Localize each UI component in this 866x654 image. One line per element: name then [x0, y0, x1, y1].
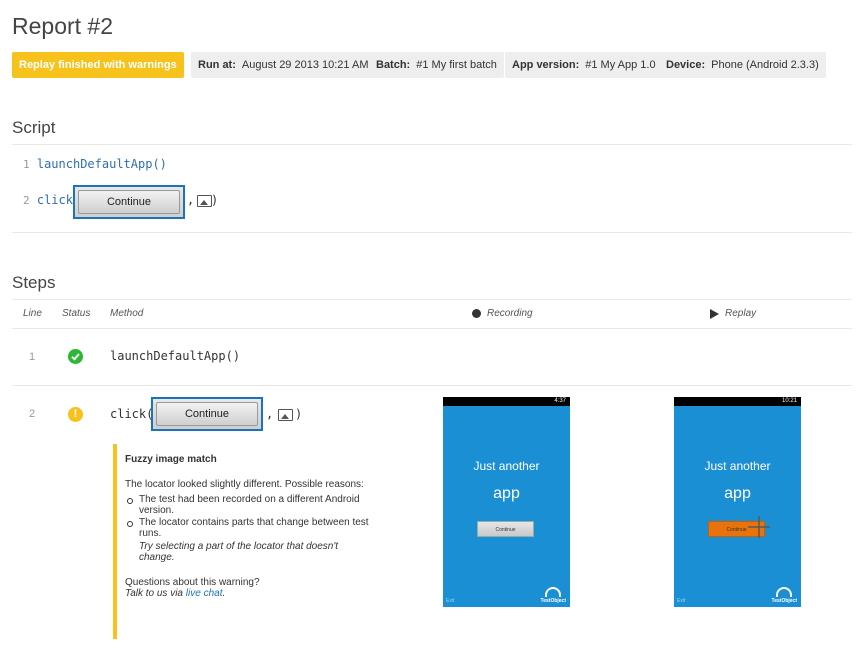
line-number: 1: [23, 158, 30, 171]
gear-icon: [545, 587, 562, 597]
script-locator-image[interactable]: Continue: [73, 185, 185, 219]
app-version-label: App version:: [512, 59, 580, 71]
script-separator: ,: [187, 193, 195, 207]
step-line-number: 1: [29, 351, 36, 363]
run-at-label: Run at:: [198, 59, 236, 71]
list-item: The test had been recorded on a differen…: [127, 494, 375, 516]
record-icon: [472, 309, 481, 318]
column-header-method: Method: [110, 308, 144, 319]
step-method: launchDefaultApp(): [110, 349, 241, 363]
screen-continue-button: Continue: [708, 521, 765, 537]
warning-intro: The locator looked slightly different. P…: [125, 479, 364, 490]
warning-reasons: The test had been recorded on a differen…: [125, 494, 375, 539]
status-bar-time: 4:37: [554, 398, 566, 404]
step-method: click(: [110, 407, 154, 421]
play-icon: [710, 309, 719, 319]
column-header-status: Status: [62, 308, 91, 319]
testobject-logo: TestObject: [541, 587, 566, 604]
screen-exit-label: Exit: [446, 598, 455, 604]
status-bar-time: 10:21: [781, 398, 797, 404]
screen-text-line2: app: [724, 485, 751, 502]
batch-value: #1 My first batch: [416, 59, 497, 71]
step-separator: ,: [266, 407, 274, 421]
divider: [12, 328, 852, 329]
script-close-paren: ): [211, 193, 219, 207]
status-badge: Replay finished with warnings: [12, 52, 184, 78]
screen-text-line1: Just another: [704, 459, 771, 473]
divider: [12, 299, 852, 300]
warning-icon: !: [68, 407, 83, 422]
device-value: Phone (Android 2.3.3): [711, 59, 819, 71]
live-chat-link[interactable]: live chat: [186, 588, 223, 599]
recording-screenshot[interactable]: 4:37 Just another app Continue Exit Test…: [443, 397, 570, 607]
screen-text-line1: Just another: [473, 459, 540, 473]
warning-title: Fuzzy image match: [125, 454, 217, 465]
logo-text: TestObject: [540, 598, 566, 604]
image-icon[interactable]: [278, 409, 293, 421]
status-bar: 4:37: [443, 397, 570, 406]
image-icon[interactable]: [197, 195, 212, 207]
run-at-value: August 29 2013 10:21 AM: [241, 59, 369, 71]
device-badge: Device: Phone (Android 2.3.3): [659, 52, 826, 78]
replay-screenshot[interactable]: 10:21 Just another app Continue Exit Tes…: [674, 397, 801, 607]
crosshair-horizontal: [748, 526, 770, 528]
gear-icon: [776, 587, 793, 597]
step-line-number: 2: [29, 408, 36, 420]
locator-continue-label: Continue: [156, 402, 258, 426]
status-bar: 10:21: [674, 397, 801, 406]
run-at-badge: Run at: August 29 2013 10:21 AM: [191, 52, 376, 78]
line-number: 2: [23, 194, 30, 207]
script-line-1: 1 launchDefaultApp(): [23, 157, 167, 171]
warning-talk: Talk to us via live chat.: [125, 588, 375, 599]
talk-prefix: Talk to us via: [125, 588, 186, 599]
warning-tip: Try selecting a part of the locator that…: [139, 541, 339, 563]
divider: [12, 144, 852, 145]
column-header-replay: Replay: [725, 308, 757, 319]
batch-badge: Batch: #1 My first batch: [369, 52, 504, 78]
script-line-2: 2 click(: [23, 193, 80, 207]
logo-text: TestObject: [771, 598, 797, 604]
screen-text-line2: app: [493, 485, 520, 502]
success-check-icon: [68, 349, 83, 364]
locator-continue-label: Continue: [78, 190, 180, 214]
page-title: Report #2: [12, 13, 114, 39]
steps-heading: Steps: [12, 273, 56, 292]
warning-panel: Fuzzy image match The locator looked sli…: [113, 444, 375, 639]
testobject-logo: TestObject: [772, 587, 797, 604]
script-heading: Script: [12, 118, 56, 137]
list-item: The locator contains parts that change b…: [127, 517, 375, 539]
step-close-paren: ): [295, 407, 303, 421]
batch-label: Batch:: [376, 59, 411, 71]
divider: [12, 385, 852, 386]
script-code: launchDefaultApp(): [36, 157, 167, 171]
device-label: Device:: [666, 59, 706, 71]
divider: [12, 232, 852, 233]
app-version-badge: App version: #1 My App 1.0: [505, 52, 663, 78]
column-header-recording: Recording: [487, 308, 533, 319]
column-header-line: Line: [23, 308, 42, 319]
step-locator-image[interactable]: Continue: [151, 397, 263, 431]
screen-exit-label: Exit: [677, 598, 686, 604]
app-version-value: #1 My App 1.0: [585, 59, 656, 71]
warning-question: Questions about this warning?: [125, 577, 260, 588]
screen-continue-button: Continue: [477, 521, 534, 537]
talk-suffix: .: [222, 588, 226, 599]
